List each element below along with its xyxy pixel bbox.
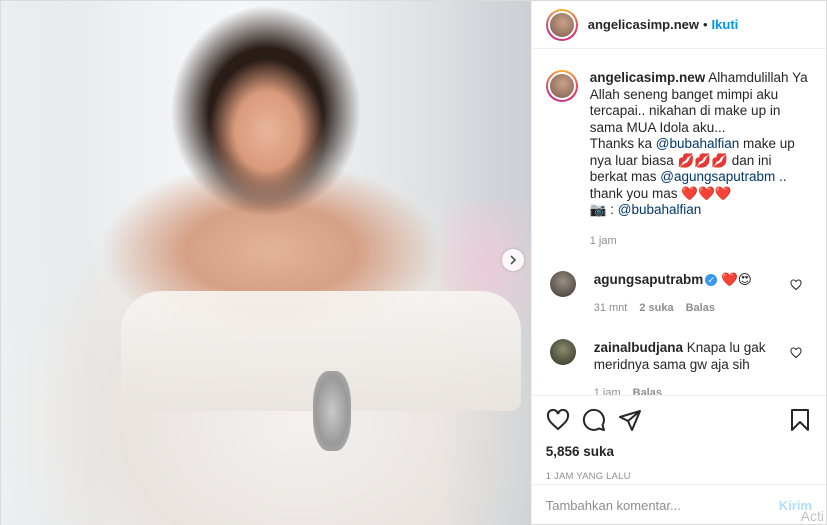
comment-time[interactable]: 31 mnt <box>594 302 628 314</box>
comment-avatar[interactable] <box>549 339 576 365</box>
camera-emoji: 📷 <box>589 202 607 217</box>
header-username[interactable]: angelicasimp.new <box>588 17 699 32</box>
comment-body: zainalbudjana Knapa lu gak meridnya sama… <box>594 339 804 395</box>
post-dialog: angelicasimp.new • Ikuti angelicasimp.ne… <box>0 0 827 525</box>
comment-like-icon[interactable] <box>790 347 802 359</box>
comment-icon[interactable] <box>582 408 606 432</box>
verified-badge-icon: ✓ <box>705 274 718 287</box>
mention-link[interactable]: @agungsaputrabm <box>660 169 775 184</box>
comment-username[interactable]: agungsaputrabm <box>594 272 704 287</box>
caption-text: : <box>606 202 618 217</box>
share-icon[interactable] <box>618 408 642 432</box>
caption-text: Thanks ka <box>589 136 656 151</box>
post-sidebar: angelicasimp.new • Ikuti angelicasimp.ne… <box>530 1 826 525</box>
caption-username[interactable]: angelicasimp.new <box>590 70 706 85</box>
comment-input[interactable] <box>545 498 779 513</box>
caption-avatar[interactable] <box>545 70 578 102</box>
follow-button[interactable]: Ikuti <box>712 17 739 32</box>
add-comment-bar: Kirim <box>531 484 826 525</box>
mention-link[interactable]: @bubahalfian <box>618 202 702 217</box>
comment-item: agungsaputrabm ✓ ❤️😍 31 mnt 2 suka Balas <box>546 271 812 317</box>
comment-text: ❤️😍 <box>717 272 752 287</box>
caption-body: angelicasimp.new Alhamdulillah Ya Allah … <box>590 70 810 249</box>
bookmark-icon[interactable] <box>788 408 812 432</box>
curtain-left <box>1 1 91 525</box>
dress-brooch <box>313 371 351 451</box>
comment-likes[interactable]: 2 suka <box>639 302 673 314</box>
avatar[interactable] <box>545 8 578 41</box>
activation-watermark: Acti <box>800 508 824 524</box>
header-separator: • <box>702 17 708 32</box>
likes-count[interactable]: 5,856 suka <box>546 444 812 459</box>
reply-button[interactable]: Balas <box>686 302 715 314</box>
comment-body: agungsaputrabm ✓ ❤️😍 31 mnt 2 suka Balas <box>594 271 804 317</box>
mention-link[interactable]: @bubahalfian <box>656 136 740 151</box>
caption-time[interactable]: 1 jam <box>590 233 810 250</box>
comment-username[interactable]: zainalbudjana <box>594 340 683 355</box>
post-timestamp[interactable]: 1 JAM YANG LALU <box>546 471 812 482</box>
comment-meta: 1 jam Balas <box>594 385 804 395</box>
action-icons <box>546 404 812 436</box>
lips-emoji: 💋💋💋 <box>677 152 728 168</box>
comment-item: zainalbudjana Knapa lu gak meridnya sama… <box>546 339 812 395</box>
heart-icon[interactable] <box>546 408 570 432</box>
comments-section[interactable]: angelicasimp.new Alhamdulillah Ya Allah … <box>532 50 826 395</box>
chevron-right-icon <box>510 255 517 265</box>
comment-avatar[interactable] <box>549 271 576 297</box>
post-photo[interactable] <box>1 1 531 525</box>
hearts-emoji: ❤️❤️❤️ <box>681 185 732 201</box>
next-photo-button[interactable] <box>502 249 524 271</box>
action-bar: 5,856 suka 1 JAM YANG LALU <box>531 395 826 482</box>
comment-meta: 31 mnt 2 suka Balas <box>594 300 804 317</box>
reply-button[interactable]: Balas <box>633 387 662 395</box>
comment-like-icon[interactable] <box>790 279 802 291</box>
comment-time[interactable]: 1 jam <box>594 387 621 395</box>
caption: angelicasimp.new Alhamdulillah Ya Allah … <box>545 70 812 249</box>
post-header: angelicasimp.new • Ikuti <box>531 1 826 49</box>
